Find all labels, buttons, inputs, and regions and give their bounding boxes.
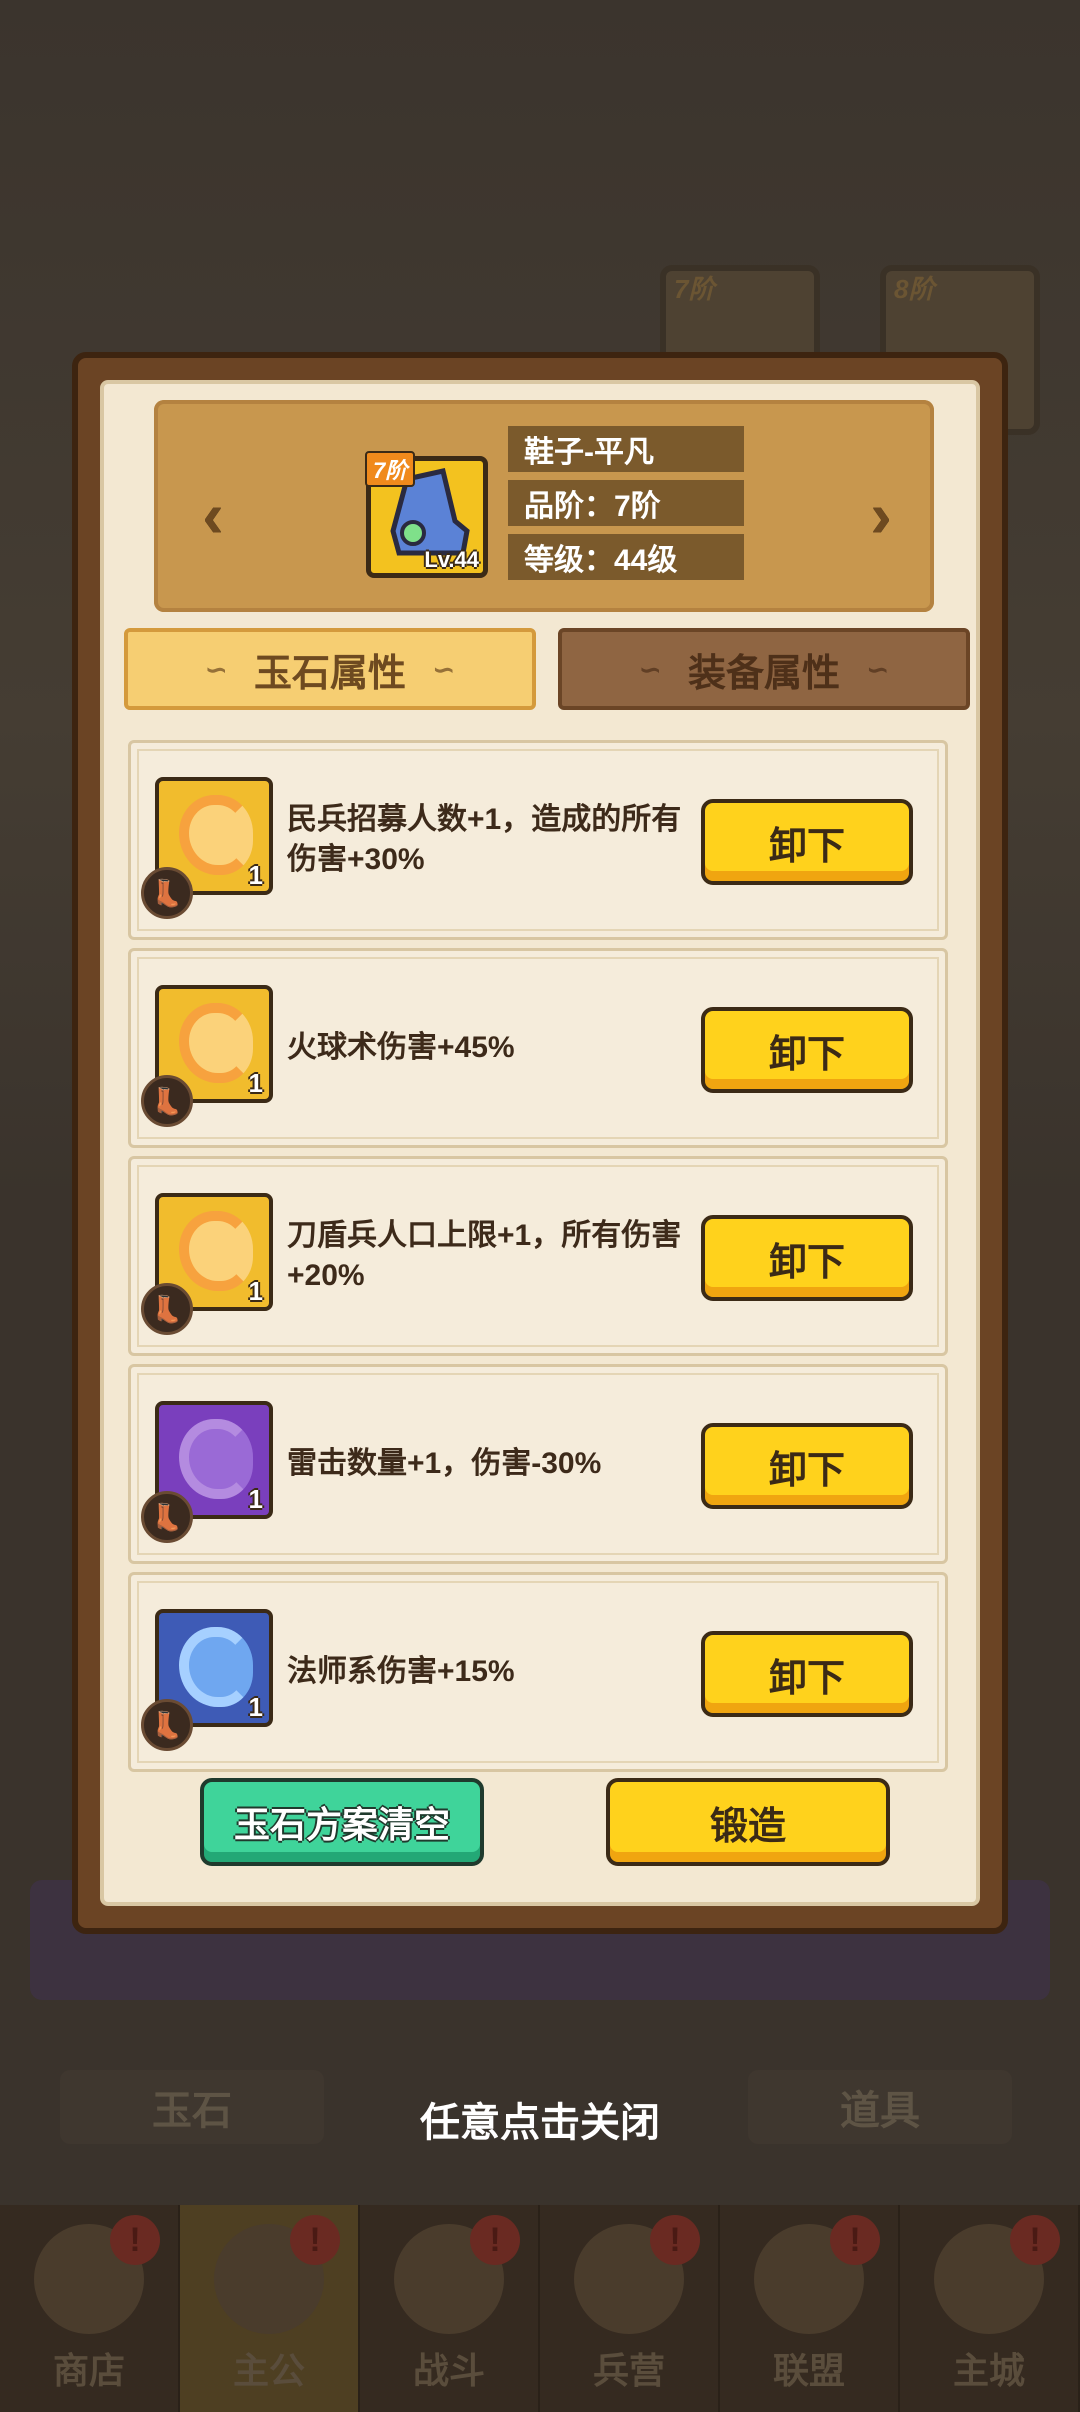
jade-modal: ‹ 7阶 Lv.44 鞋子-平凡 品阶：7阶 等级：44级 › ∽ 玉石属性 ∽ [72,352,1008,1934]
equipment-level: 等级：44级 [508,534,744,580]
alert-icon: ! [470,2215,520,2265]
cloud-ornament-icon: ∽ [866,653,890,685]
tap-to-close-hint[interactable]: 任意点击关闭 [0,2090,1080,2148]
boot-badge-icon: 👢 [141,867,193,919]
forge-button[interactable]: 锻造 [606,1778,890,1866]
jade-item: 1 👢 刀盾兵人口上限+1，所有伤害+20% 卸下 [128,1156,948,1356]
alert-icon: ! [650,2215,700,2265]
equipment-header: ‹ 7阶 Lv.44 鞋子-平凡 品阶：7阶 等级：44级 › [154,400,934,612]
nav-city[interactable]: ! 主城 [900,2205,1080,2412]
unload-button[interactable]: 卸下 [701,1423,913,1509]
next-arrow-icon[interactable]: › [856,479,906,551]
nav-lord[interactable]: ! 主公 [180,2205,360,2412]
alert-icon: ! [830,2215,880,2265]
tab-jade-attributes[interactable]: ∽ 玉石属性 ∽ [124,628,536,710]
cloud-ornament-icon: ∽ [204,653,228,685]
unload-button[interactable]: 卸下 [701,1631,913,1717]
nav-battle[interactable]: ! 战斗 [360,2205,540,2412]
alert-icon: ! [110,2215,160,2265]
jade-item: 1 👢 雷击数量+1，伤害-30% 卸下 [128,1364,948,1564]
jade-item: 1 👢 民兵招募人数+1，造成的所有伤害+30% 卸下 [128,740,948,940]
unload-button[interactable]: 卸下 [701,799,913,885]
jade-item: 1 👢 火球术伤害+45% 卸下 [128,948,948,1148]
boot-badge-icon: 👢 [141,1491,193,1543]
cloud-ornament-icon: ∽ [432,653,456,685]
jade-list: 1 👢 民兵招募人数+1，造成的所有伤害+30% 卸下 1 👢 火球术伤害+45… [128,740,948,1780]
clear-jade-plan-button[interactable]: 玉石方案清空 [200,1778,484,1866]
unload-button[interactable]: 卸下 [701,1215,913,1301]
nav-barracks[interactable]: ! 兵营 [540,2205,720,2412]
equipment-quality: 品阶：7阶 [508,480,744,526]
jade-description: 刀盾兵人口上限+1，所有伤害+20% [287,1219,682,1292]
alert-icon: ! [1010,2215,1060,2265]
unload-button[interactable]: 卸下 [701,1007,913,1093]
jade-description: 法师系伤害+15% [287,1655,515,1688]
tier-badge: 7阶 [365,451,416,487]
jade-description: 民兵招募人数+1，造成的所有伤害+30% [287,803,682,876]
boot-badge-icon: 👢 [141,1075,193,1127]
alert-icon: ! [290,2215,340,2265]
boot-badge-icon: 👢 [141,1699,193,1751]
modal-body: ‹ 7阶 Lv.44 鞋子-平凡 品阶：7阶 等级：44级 › ∽ 玉石属性 ∽ [100,380,980,1906]
level-label: Lv.44 [424,547,479,572]
boot-badge-icon: 👢 [141,1283,193,1335]
nav-shop[interactable]: ! 商店 [0,2205,180,2412]
prev-arrow-icon[interactable]: ‹ [188,479,238,551]
cloud-ornament-icon: ∽ [638,653,662,685]
jade-description: 火球术伤害+45% [287,1031,515,1064]
nav-alliance[interactable]: ! 联盟 [720,2205,900,2412]
equipment-name: 鞋子-平凡 [508,426,744,472]
bottom-nav: ! 商店 ! 主公 ! 战斗 ! 兵营 ! 联盟 ! 主城 [0,2205,1080,2412]
tab-equipment-attributes[interactable]: ∽ 装备属性 ∽ [558,628,970,710]
jade-description: 雷击数量+1，伤害-30% [287,1447,602,1480]
boot-equipment-icon: 7阶 Lv.44 [365,451,488,578]
jade-item: 1 👢 法师系伤害+15% 卸下 [128,1572,948,1772]
equipment-info: 鞋子-平凡 品阶：7阶 等级：44级 [508,426,744,588]
